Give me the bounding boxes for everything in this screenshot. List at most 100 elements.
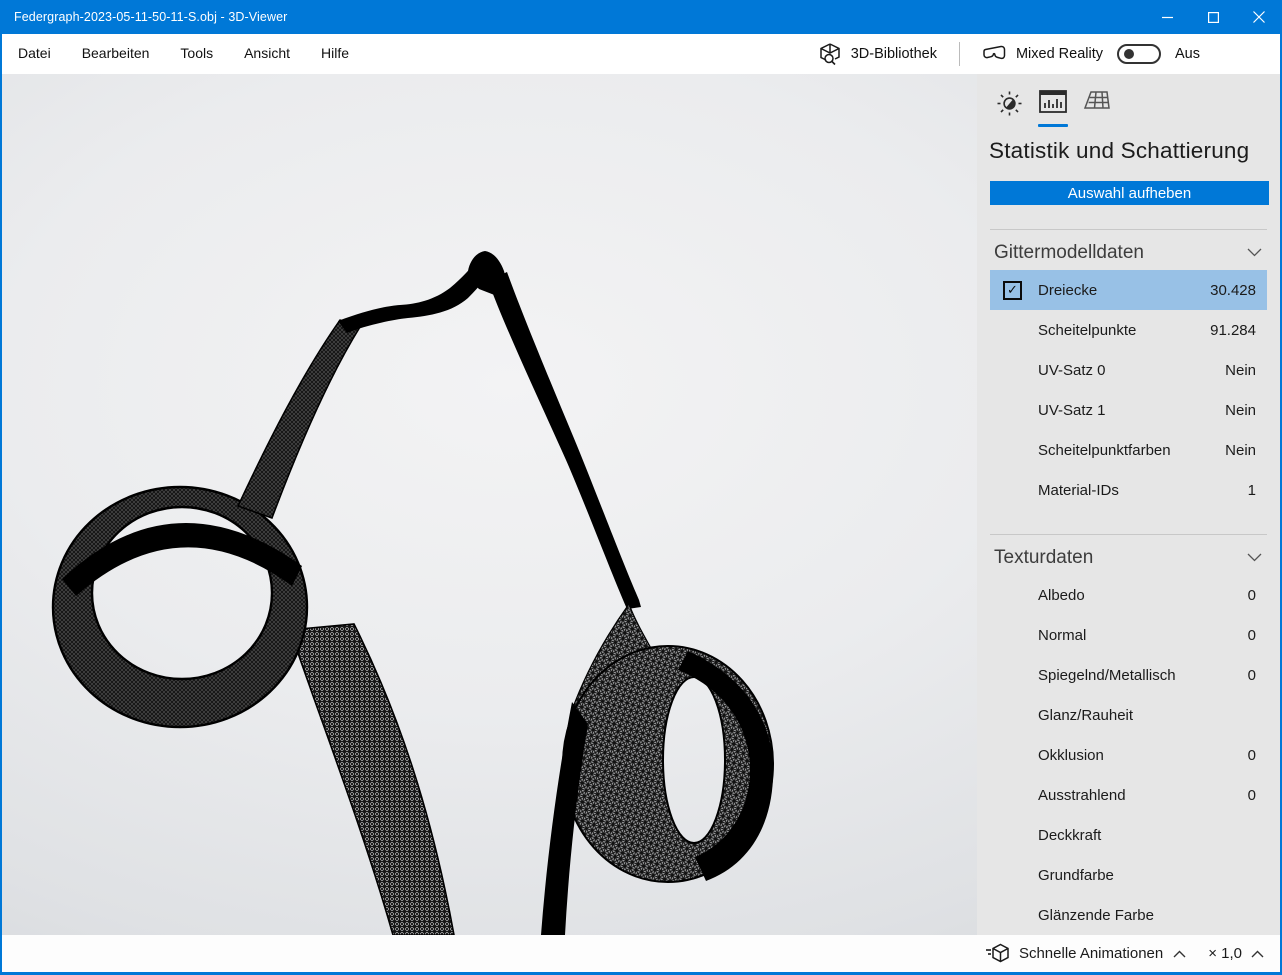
sun-environment-icon: [996, 90, 1023, 117]
animations-label: Schnelle Animationen: [1019, 945, 1163, 962]
animated-cube-icon: [985, 943, 1010, 965]
menu-item-tools[interactable]: Tools: [178, 41, 215, 65]
animations-chevron[interactable]: [1173, 950, 1186, 958]
vr-goggles-icon: [982, 43, 1007, 65]
maximize-button[interactable]: [1190, 0, 1236, 34]
3d-library-button[interactable]: 3D-Bibliothek: [818, 42, 937, 66]
menu-item-hilfe[interactable]: Hilfe: [319, 41, 351, 65]
row-label: Ausstrahlend: [1038, 787, 1126, 804]
row-label: Glänzende Farbe: [1038, 907, 1154, 924]
row-value: 0: [1248, 747, 1256, 764]
chevron-up-icon: [1251, 950, 1264, 958]
mixed-reality-toggle[interactable]: [1117, 44, 1161, 64]
stats-chart-icon: [1039, 90, 1067, 115]
panel-sections: Gittermodelldaten ✓ Dreiecke 30.428 Scheitel…: [977, 205, 1280, 935]
tab-wireframe[interactable]: [1075, 90, 1119, 126]
row-label: Glanz/Rauheit: [1038, 707, 1133, 724]
row-label: Grundfarbe: [1038, 867, 1114, 884]
section-rows: Albedo0 Normal 0 Spiegelnd/Metallisch 0 Glanz…: [977, 575, 1280, 935]
stat-row[interactable]: Spiegelnd/Metallisch 0: [977, 655, 1280, 695]
row-value: 0: [1248, 667, 1256, 684]
row-label: Normal: [1038, 627, 1086, 644]
window-title: Federgraph-2023-05-11-50-11-S.obj - 3D-V…: [2, 10, 287, 24]
section-header[interactable]: Texturdaten: [977, 535, 1280, 575]
minimize-icon: [1162, 12, 1173, 23]
menu-item-ansicht[interactable]: Ansicht: [242, 41, 292, 65]
menu-item-datei[interactable]: Datei: [16, 41, 53, 65]
menubar-right: 3D-Bibliothek Mixed Reality Aus: [818, 42, 1280, 66]
stat-row[interactable]: Albedo0: [977, 575, 1280, 615]
close-button[interactable]: [1236, 0, 1282, 34]
chevron-down-icon: [1247, 553, 1262, 562]
section-rows: ✓ Dreiecke 30.428 Scheitelpunkte 91.284 UV-Sa…: [977, 270, 1280, 510]
stat-row[interactable]: UV-Satz 0 Nein: [977, 350, 1280, 390]
speed-chevron[interactable]: [1251, 950, 1264, 958]
stat-row[interactable]: UV-Satz 1Nein: [977, 390, 1280, 430]
cube-with-magnifier-icon: [818, 42, 842, 66]
stats-panel: Statistik und Schattierung Auswahl aufhe…: [977, 74, 1280, 935]
menubar-divider: [959, 42, 960, 66]
row-label: Scheitelpunkte: [1038, 322, 1136, 339]
row-value: 91.284: [1210, 322, 1256, 339]
stat-row[interactable]: Deckkraft: [977, 815, 1280, 855]
titlebar: Federgraph-2023-05-11-50-11-S.obj - 3D-V…: [0, 0, 1282, 34]
stat-row[interactable]: Ausstrahlend 0: [977, 775, 1280, 815]
selected-tab-underline: [1038, 124, 1068, 127]
menubar: DateiBearbeitenToolsAnsichtHilfe 3D-Bibl…: [2, 34, 1280, 74]
app-window: Federgraph-2023-05-11-50-11-S.obj - 3D-V…: [0, 0, 1282, 975]
row-value: 0: [1248, 587, 1256, 604]
stat-row[interactable]: Normal 0: [977, 615, 1280, 655]
section-header[interactable]: Gittermodelldaten: [977, 230, 1280, 270]
tab-statistics[interactable]: [1031, 90, 1075, 127]
stat-row[interactable]: Grundfarbe: [977, 855, 1280, 895]
toggle-knob: [1124, 49, 1134, 59]
statusbar: Schnelle Animationen × 1,0: [2, 935, 1280, 972]
row-label: Dreiecke: [1038, 282, 1097, 299]
stat-row[interactable]: Glanz/Rauheit: [977, 695, 1280, 735]
chevron-down-icon: [1247, 248, 1262, 257]
menu-item-bearbeiten[interactable]: Bearbeiten: [80, 41, 152, 65]
row-value: 0: [1248, 787, 1256, 804]
row-value: Nein: [1225, 402, 1256, 419]
menu-items: DateiBearbeitenToolsAnsichtHilfe: [16, 45, 378, 63]
speed-label: × 1,0: [1208, 945, 1242, 962]
row-label: Okklusion: [1038, 747, 1104, 764]
row-value: 0: [1248, 627, 1256, 644]
deselect-button[interactable]: Auswahl aufheben: [990, 181, 1269, 205]
stat-row[interactable]: Glänzende Farbe: [977, 895, 1280, 935]
tab-environment[interactable]: [987, 90, 1031, 129]
maximize-icon: [1208, 12, 1219, 23]
row-label: Scheitelpunktfarben: [1038, 442, 1171, 459]
section-title: Gittermodelldaten: [994, 242, 1144, 264]
section-title: Texturdaten: [994, 547, 1093, 569]
mixed-reality-state: Aus: [1175, 46, 1200, 62]
row-label: Spiegelnd/Metallisch: [1038, 667, 1176, 684]
animations-control[interactable]: Schnelle Animationen: [985, 943, 1186, 965]
panel-heading: Statistik und Schattierung: [977, 130, 1280, 164]
stat-row[interactable]: ✓ Dreiecke 30.428: [990, 270, 1267, 310]
row-value: 1: [1248, 482, 1256, 499]
3d-model-federgraph-ribbon: [2, 74, 977, 935]
mesh-grid-icon: [1083, 90, 1111, 114]
row-label: UV-Satz 0: [1038, 362, 1106, 379]
row-value: Nein: [1225, 362, 1256, 379]
3d-library-label: 3D-Bibliothek: [851, 46, 937, 62]
minimize-button[interactable]: [1144, 0, 1190, 34]
stat-row[interactable]: Okklusion 0: [977, 735, 1280, 775]
close-icon: [1253, 11, 1265, 23]
row-checkbox[interactable]: ✓: [1003, 281, 1022, 300]
main-area: Statistik und Schattierung Auswahl aufhe…: [2, 74, 1280, 935]
row-label: Material-IDs: [1038, 482, 1119, 499]
row-value: 30.428: [1210, 282, 1256, 299]
stat-row[interactable]: Scheitelpunktfarben Nein: [977, 430, 1280, 470]
row-value: Nein: [1225, 442, 1256, 459]
mixed-reality-group: Mixed Reality Aus: [982, 43, 1200, 65]
stat-row[interactable]: Material-IDs 1: [977, 470, 1280, 510]
row-label: Deckkraft: [1038, 827, 1101, 844]
panel-tabs: [977, 74, 1280, 130]
chevron-up-icon: [1173, 950, 1186, 958]
mixed-reality-label: Mixed Reality: [1016, 46, 1103, 62]
stat-row[interactable]: Scheitelpunkte 91.284: [977, 310, 1280, 350]
playback-speed-control[interactable]: × 1,0: [1208, 945, 1264, 962]
3d-viewport[interactable]: [2, 74, 977, 935]
